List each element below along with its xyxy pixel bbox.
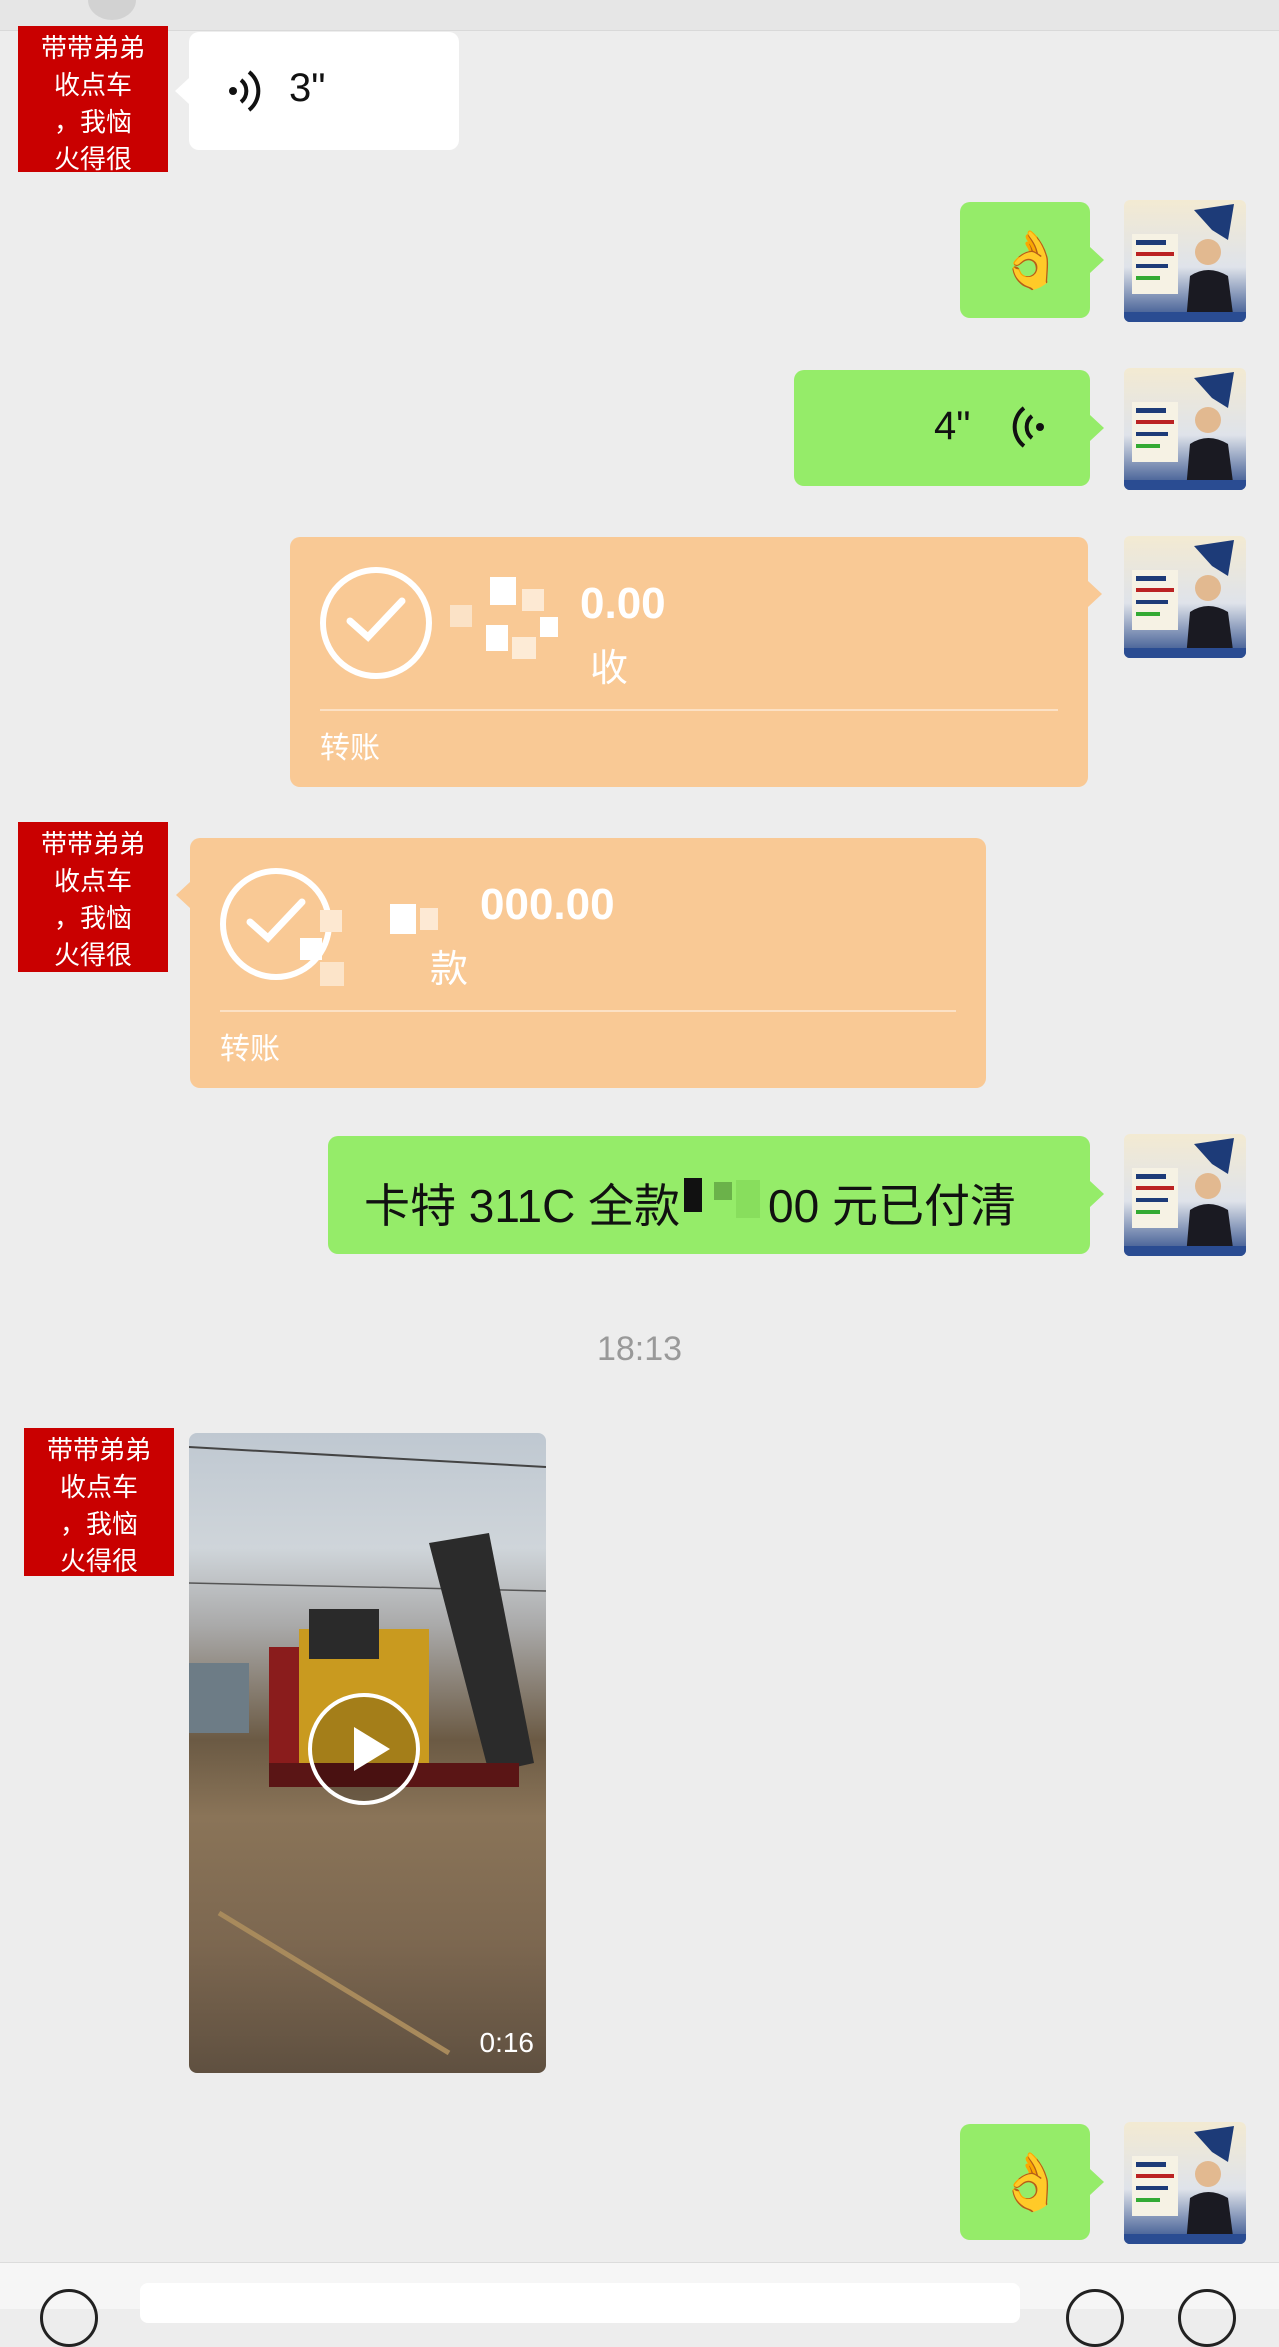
avatar-text-line: 火得很 (59, 1546, 138, 1576)
bubble-tail (1090, 1181, 1104, 1207)
my-avatar[interactable] (1124, 368, 1246, 490)
voice-wave-icon (229, 70, 261, 112)
voice-toggle-icon[interactable] (40, 2289, 98, 2347)
message-text: 卡特 311C 全款 (364, 1180, 681, 1232)
divider (220, 1010, 956, 1012)
avatar-image (1124, 204, 1246, 322)
avatar-text-line: 带带弟弟 (40, 33, 145, 63)
text-mosaic (680, 1176, 764, 1226)
more-icon[interactable] (1178, 2289, 1236, 2347)
transfer-message-card[interactable]: 000.00 款 转账 (176, 838, 986, 1088)
partial-avatar (88, 0, 136, 20)
my-avatar[interactable] (1124, 1134, 1246, 1256)
avatar-text-line: 收点车 (59, 1472, 138, 1502)
input-bar (0, 2262, 1279, 2347)
avatar-image (1124, 372, 1246, 490)
emoji-message-bubble[interactable]: 👌 (960, 202, 1104, 318)
video-message[interactable]: 0:16 (189, 1433, 546, 2073)
message-text: 00 元已付清 (768, 1180, 1016, 1232)
my-avatar[interactable] (1124, 536, 1246, 658)
video-duration: 0:16 (479, 2027, 535, 2058)
transfer-label: 转账 (320, 732, 380, 765)
play-icon[interactable] (308, 1693, 420, 1805)
voice-message-bubble[interactable]: 4" (794, 370, 1104, 486)
avatar-image (1124, 1138, 1246, 1256)
avatar-text-line: ，我恼 (53, 107, 132, 137)
avatar-image (1124, 2126, 1246, 2244)
top-bar (0, 0, 1279, 31)
contact-avatar[interactable]: 带带弟弟 收点车 ，我恼 火得很 (18, 822, 168, 972)
transfer-amount: 0.00 (580, 579, 666, 628)
avatar-text-line: 收点车 (53, 866, 132, 896)
contact-avatar[interactable]: 带带弟弟 收点车 ，我恼 火得很 (18, 26, 168, 174)
avatar-image (1124, 540, 1246, 658)
bubble-tail (1090, 247, 1104, 273)
bubble-tail (175, 78, 189, 104)
avatar-text-line: 火得很 (53, 144, 132, 174)
message-input[interactable] (140, 2283, 1020, 2323)
bubble-tail (1090, 415, 1104, 441)
amount-mosaic (450, 567, 560, 687)
emoji-icon[interactable] (1066, 2289, 1124, 2347)
contact-avatar[interactable]: 带带弟弟 收点车 ，我恼 火得很 (24, 1428, 174, 1576)
transfer-status: 款 (430, 949, 469, 991)
avatar-text-line: ，我恼 (53, 903, 132, 933)
transfer-amount: 000.00 (480, 880, 615, 929)
timestamp: 18:13 (596, 1330, 683, 1368)
bubble-tail (1090, 2169, 1104, 2195)
ok-hand-icon: 👌 (996, 228, 1066, 291)
voice-duration: 4" (934, 404, 971, 448)
my-avatar[interactable] (1124, 200, 1246, 322)
avatar-text-line: 带带弟弟 (46, 1435, 151, 1465)
transfer-label: 转账 (220, 1033, 280, 1066)
voice-duration: 3" (289, 66, 326, 110)
my-avatar[interactable] (1124, 2122, 1246, 2244)
voice-message-bubble[interactable]: 3" (175, 32, 459, 150)
avatar-text-line: ，我恼 (59, 1509, 138, 1539)
text-message-bubble[interactable]: 卡特 311C 全款 00 元已付清 (328, 1136, 1104, 1254)
check-circle-icon (320, 567, 432, 679)
divider (320, 709, 1058, 711)
bubble-tail (176, 882, 190, 908)
transfer-status: 收 (590, 648, 629, 690)
avatar-text-line: 带带弟弟 (40, 829, 145, 859)
avatar-text-line: 火得很 (53, 940, 132, 970)
emoji-message-bubble[interactable]: 👌 (960, 2124, 1104, 2240)
bubble-tail (1088, 581, 1102, 607)
avatar-text-line: 收点车 (53, 70, 132, 100)
voice-wave-icon (1012, 406, 1044, 448)
ok-hand-icon: 👌 (996, 2150, 1066, 2213)
transfer-message-card[interactable]: 0.00 收 转账 (290, 537, 1102, 787)
